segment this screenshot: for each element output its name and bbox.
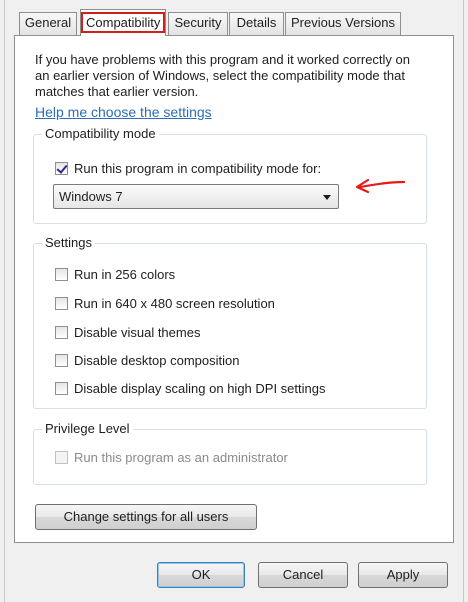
intro-text: If you have problems with this program a…: [35, 52, 411, 99]
apply-button[interactable]: Apply: [358, 562, 448, 588]
setting-640x480-checkbox[interactable]: [55, 296, 68, 310]
tab-security[interactable]: Security: [168, 12, 228, 35]
tab-compatibility[interactable]: Compatibility: [80, 9, 166, 36]
setting-disable-composition-label: Disable desktop composition: [74, 352, 240, 368]
tab-previous-versions-label: Previous Versions: [290, 15, 396, 30]
setting-disable-composition-checkbox[interactable]: [55, 353, 68, 367]
tab-previous-versions[interactable]: Previous Versions: [285, 12, 401, 35]
help-link[interactable]: Help me choose the settings: [35, 104, 212, 120]
setting-256-colors-label: Run in 256 colors: [74, 266, 176, 282]
properties-dialog: General Compatibility Security Details P…: [0, 0, 468, 602]
tab-security-label: Security: [174, 15, 222, 30]
chevron-down-icon: [323, 195, 331, 200]
ok-button[interactable]: OK: [157, 562, 245, 588]
os-version-value: Windows 7: [59, 189, 123, 204]
dialog-left-edge: [4, 0, 5, 602]
tab-compatibility-label: Compatibility: [81, 12, 166, 33]
tab-details-label: Details: [236, 15, 277, 30]
setting-640x480-row[interactable]: Run in 640 x 480 screen resolution: [55, 294, 275, 312]
privilege-title: Privilege Level: [42, 421, 133, 436]
setting-disable-themes-label: Disable visual themes: [74, 324, 201, 340]
run-as-admin-row: Run this program as an administrator: [55, 448, 288, 466]
setting-dpi-scaling-checkbox[interactable]: [55, 381, 68, 395]
setting-640x480-label: Run in 640 x 480 screen resolution: [74, 295, 275, 311]
annotation-arrow-icon: [355, 178, 406, 194]
compat-mode-checkbox-label: Run this program in compatibility mode f…: [74, 160, 322, 176]
setting-256-colors-checkbox[interactable]: [55, 267, 68, 281]
os-version-dropdown[interactable]: Windows 7: [53, 184, 339, 209]
tab-details[interactable]: Details: [229, 12, 284, 35]
setting-dpi-scaling-label: Disable display scaling on high DPI sett…: [74, 380, 326, 396]
compat-mode-checkbox-row[interactable]: Run this program in compatibility mode f…: [55, 159, 321, 177]
setting-disable-composition-row[interactable]: Disable desktop composition: [55, 351, 239, 369]
compatibility-panel: If you have problems with this program a…: [14, 35, 454, 543]
setting-disable-themes-row[interactable]: Disable visual themes: [55, 323, 200, 341]
setting-disable-themes-checkbox[interactable]: [55, 325, 68, 339]
tab-general-label: General: [24, 15, 72, 30]
tab-general[interactable]: General: [19, 12, 77, 35]
dialog-right-edge: [463, 0, 464, 602]
cancel-button[interactable]: Cancel: [258, 562, 348, 588]
setting-dpi-scaling-row[interactable]: Disable display scaling on high DPI sett…: [55, 379, 325, 397]
compatibility-mode-title: Compatibility mode: [42, 126, 159, 141]
run-as-admin-label: Run this program as an administrator: [74, 449, 288, 465]
run-as-admin-checkbox: [55, 450, 68, 464]
compat-mode-checkbox[interactable]: [55, 161, 68, 175]
setting-256-colors-row[interactable]: Run in 256 colors: [55, 265, 175, 283]
settings-title: Settings: [42, 235, 95, 250]
change-settings-all-users-button[interactable]: Change settings for all users: [35, 504, 257, 530]
